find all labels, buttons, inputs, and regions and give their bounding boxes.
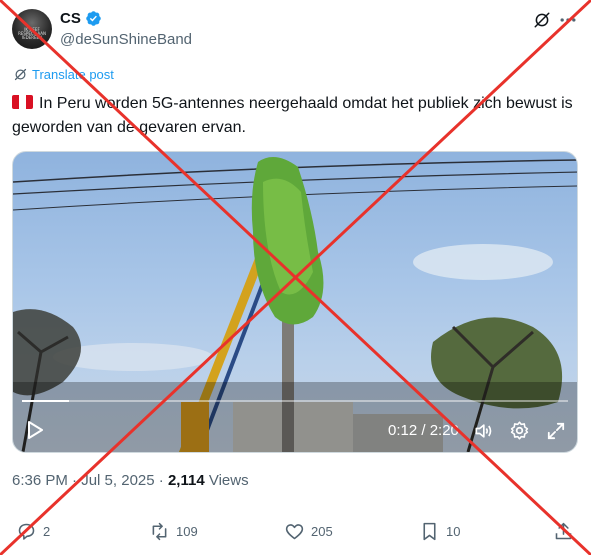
peru-flag-icon [12, 95, 33, 109]
volume-icon[interactable] [473, 421, 493, 441]
avatar[interactable]: IK GEEF RESPECT AAN IEDEREEN [12, 9, 52, 49]
author-handle[interactable]: @deSunShineBand [60, 31, 192, 48]
repost-count: 109 [176, 524, 198, 539]
video-progress-bar[interactable] [22, 400, 568, 402]
repost-button[interactable]: 109 [149, 521, 198, 542]
author-name-row[interactable]: CS [60, 10, 102, 27]
play-icon[interactable] [27, 421, 43, 439]
video-player[interactable]: 0:12 / 2:20 [12, 151, 578, 453]
translate-icon [14, 68, 27, 81]
avatar-text: IK GEEF RESPECT AAN IEDEREEN [18, 27, 46, 40]
settings-icon[interactable] [509, 420, 530, 441]
translate-label[interactable]: Translate post [32, 67, 114, 82]
like-icon [285, 524, 304, 540]
meta-separator-2: · [158, 472, 164, 489]
reply-count: 2 [43, 524, 51, 539]
meta-separator: · [72, 472, 78, 489]
bookmark-count: 10 [446, 524, 461, 539]
like-count: 205 [311, 524, 333, 539]
fullscreen-icon[interactable] [547, 422, 565, 440]
post-date[interactable]: Jul 5, 2025 [81, 472, 154, 489]
verified-icon [86, 11, 101, 26]
bookmark-button[interactable]: 10 [419, 521, 460, 542]
grok-icon[interactable] [533, 11, 551, 29]
views-label: Views [208, 472, 249, 489]
share-button[interactable] [553, 521, 574, 542]
video-frame [13, 157, 577, 452]
video-progress-fill [22, 400, 69, 402]
video-timecode: 0:12 / 2:20 [388, 422, 459, 439]
share-icon [555, 522, 572, 540]
display-name[interactable]: CS [60, 10, 81, 27]
repost-icon [152, 522, 167, 541]
reply-icon [18, 523, 35, 540]
more-icon[interactable] [558, 12, 578, 28]
tweet-text: In Peru worden 5G-antennes neergehaald o… [12, 92, 577, 140]
post-meta: 6:36 PM · Jul 5, 2025 · 2,114 Views [12, 472, 249, 489]
post-time[interactable]: 6:36 PM [12, 472, 68, 489]
views-count: 2,114 [167, 472, 205, 489]
like-button[interactable]: 205 [284, 521, 333, 542]
reply-button[interactable]: 2 [16, 521, 50, 542]
tweet-body: In Peru worden 5G-antennes neergehaald o… [12, 95, 573, 136]
translate-post-link[interactable]: Translate post [13, 67, 114, 82]
bookmark-icon [423, 522, 436, 541]
